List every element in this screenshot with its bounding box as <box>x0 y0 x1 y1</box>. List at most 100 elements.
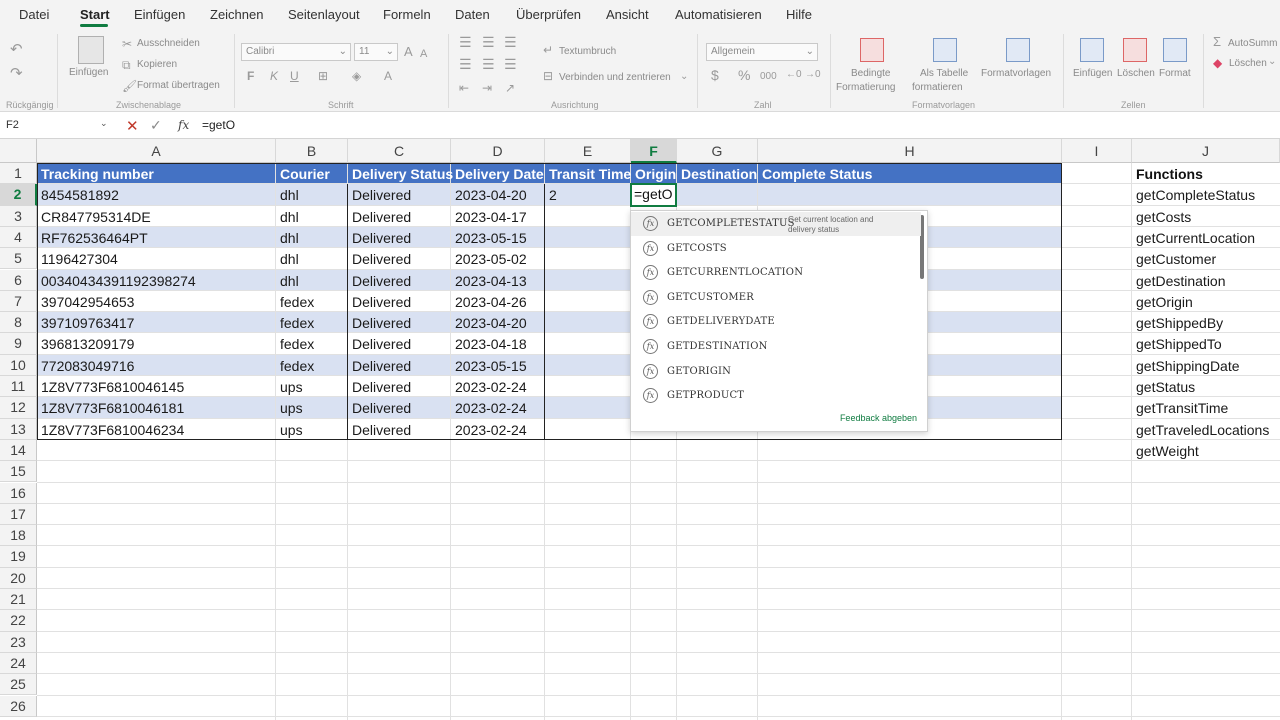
row-header-10[interactable]: 10 <box>0 354 37 376</box>
row-header-9[interactable]: 9 <box>0 333 37 355</box>
function-name-cell[interactable]: getDestination <box>1133 272 1226 291</box>
cancel-entry-icon[interactable]: ✕ <box>126 117 139 135</box>
wrap-text-button[interactable]: Textumbruch <box>559 46 616 57</box>
thousands-separator-icon[interactable]: 000 <box>760 71 777 83</box>
row-header-15[interactable]: 15 <box>0 461 37 483</box>
font-name-select[interactable]: Calibri ⌄ <box>241 43 351 61</box>
row-header-14[interactable]: 14 <box>0 439 37 462</box>
align-left-icon[interactable]: ☰ <box>459 57 472 71</box>
italic-button[interactable]: K <box>270 70 278 82</box>
autocomplete-item-getorigin[interactable]: fx GETORIGIN <box>631 360 921 384</box>
insert-function-icon[interactable]: fx <box>178 118 189 132</box>
insert-cells-button[interactable]: Einfügen <box>1073 68 1112 79</box>
chevron-down-icon[interactable]: ⌄ <box>680 71 688 83</box>
function-name-cell[interactable]: getCustomer <box>1133 250 1216 269</box>
row-header-20[interactable]: 20 <box>0 567 37 589</box>
increase-indent-icon[interactable]: ⇥ <box>482 82 492 94</box>
row-header-2[interactable]: 2 <box>0 184 37 206</box>
autocomplete-item-getcompletestatus[interactable]: fx GETCOMPLETESTATUS Get current location … <box>631 212 921 236</box>
paste-button[interactable]: Einfügen <box>69 67 108 78</box>
cell-styles-icon[interactable] <box>1006 38 1030 62</box>
function-name-cell[interactable]: getShippingDate <box>1133 357 1240 376</box>
row-header-13[interactable]: 13 <box>0 418 37 440</box>
row-header-3[interactable]: 3 <box>0 205 37 227</box>
chevron-down-icon[interactable]: ⌄ <box>100 118 108 129</box>
column-header-a[interactable]: A <box>37 139 276 163</box>
font-size-select[interactable]: 11 ⌄ <box>354 43 398 61</box>
row-header-7[interactable]: 7 <box>0 290 37 313</box>
functions-header[interactable]: Functions <box>1133 165 1203 184</box>
function-name-cell[interactable]: getShippedTo <box>1133 335 1222 354</box>
currency-icon[interactable]: $ <box>711 68 719 82</box>
tab-daten[interactable]: Daten <box>455 7 490 22</box>
row-header-1[interactable]: 1 <box>0 163 37 185</box>
undo-icon[interactable]: ↶ <box>10 42 23 57</box>
insert-cells-icon[interactable] <box>1080 38 1104 62</box>
row-header-24[interactable]: 24 <box>0 652 37 675</box>
autocomplete-item-getcustomer[interactable]: fx GETCUSTOMER <box>631 286 921 310</box>
merge-center-button[interactable]: Verbinden und zentrieren <box>559 72 671 83</box>
active-cell-f2[interactable]: =getO <box>630 183 677 207</box>
conditional-format-label-2[interactable]: Formatierung <box>836 82 895 93</box>
column-header-d[interactable]: D <box>451 139 545 163</box>
function-name-cell[interactable]: getTransitTime <box>1133 399 1228 418</box>
row-header-16[interactable]: 16 <box>0 482 37 504</box>
align-middle-icon[interactable]: ☰ <box>482 35 495 49</box>
tab-formeln[interactable]: Formeln <box>383 7 431 22</box>
autocomplete-item-getdestination[interactable]: fx GETDESTINATION <box>631 335 921 359</box>
select-all-corner[interactable] <box>0 139 37 163</box>
row-header-22[interactable]: 22 <box>0 610 37 632</box>
cell-styles-button[interactable]: Formatvorlagen <box>981 68 1051 79</box>
row-header-5[interactable]: 5 <box>0 248 37 270</box>
row-header-21[interactable]: 21 <box>0 589 37 611</box>
copy-button[interactable]: Kopieren <box>137 59 177 70</box>
row-header-25[interactable]: 25 <box>0 674 37 696</box>
autocomplete-item-getdeliverydate[interactable]: fx GETDELIVERYDATE <box>631 310 921 334</box>
name-box[interactable]: F2 <box>4 116 112 136</box>
column-header-i[interactable]: I <box>1062 139 1132 163</box>
shrink-font-icon[interactable]: A <box>420 48 427 60</box>
conditional-format-label-1[interactable]: Bedingte <box>851 68 890 79</box>
row-header-12[interactable]: 12 <box>0 397 37 419</box>
tab-einfuegen[interactable]: Einfügen <box>134 7 185 22</box>
align-center-icon[interactable]: ☰ <box>482 57 495 71</box>
tab-start[interactable]: Start <box>80 7 110 22</box>
row-header-6[interactable]: 6 <box>0 269 37 291</box>
percent-icon[interactable]: % <box>738 68 750 82</box>
tab-hilfe[interactable]: Hilfe <box>786 7 812 22</box>
decrease-decimal-icon[interactable]: →0 <box>805 69 821 81</box>
delete-cells-icon[interactable] <box>1123 38 1147 62</box>
tab-ansicht[interactable]: Ansicht <box>606 7 649 22</box>
autocomplete-item-getproduct[interactable]: fx GETPRODUCT <box>631 384 921 408</box>
font-color-icon[interactable]: A <box>384 70 392 82</box>
feedback-link[interactable]: Feedback abgeben <box>840 413 917 423</box>
format-cells-icon[interactable] <box>1163 38 1187 62</box>
format-as-table-label-2[interactable]: formatieren <box>912 82 963 93</box>
autocomplete-item-getcosts[interactable]: fx GETCOSTS <box>631 237 921 261</box>
tab-zeichnen[interactable]: Zeichnen <box>210 7 263 22</box>
column-header-b[interactable]: B <box>276 139 348 163</box>
row-header-11[interactable]: 11 <box>0 376 37 398</box>
column-header-j[interactable]: J <box>1132 139 1280 163</box>
grow-font-icon[interactable]: A <box>404 45 413 58</box>
function-name-cell[interactable]: getWeight <box>1133 442 1199 461</box>
orientation-icon[interactable]: ↗ <box>505 82 515 94</box>
format-painter-button[interactable]: Format übertragen <box>137 80 220 91</box>
number-format-select[interactable]: Allgemein ⌄ <box>706 43 818 61</box>
row-header-23[interactable]: 23 <box>0 631 37 653</box>
cut-button[interactable]: Ausschneiden <box>137 38 200 49</box>
row-header-18[interactable]: 18 <box>0 525 37 547</box>
conditional-format-icon[interactable] <box>860 38 884 62</box>
tab-datei[interactable]: Datei <box>19 7 49 22</box>
underline-button[interactable]: U <box>290 70 299 82</box>
tab-seitenlayout[interactable]: Seitenlayout <box>288 7 360 22</box>
paste-icon[interactable] <box>78 36 104 64</box>
format-as-table-icon[interactable] <box>933 38 957 62</box>
increase-decimal-icon[interactable]: ←0 <box>786 69 802 81</box>
decrease-indent-icon[interactable]: ⇤ <box>459 82 469 94</box>
clear-button[interactable]: Löschen <box>1229 58 1267 69</box>
formula-input[interactable]: =getO <box>202 118 235 132</box>
format-cells-button[interactable]: Format <box>1159 68 1191 79</box>
tab-ueberpruefen[interactable]: Überprüfen <box>516 7 581 22</box>
row-header-4[interactable]: 4 <box>0 226 37 249</box>
